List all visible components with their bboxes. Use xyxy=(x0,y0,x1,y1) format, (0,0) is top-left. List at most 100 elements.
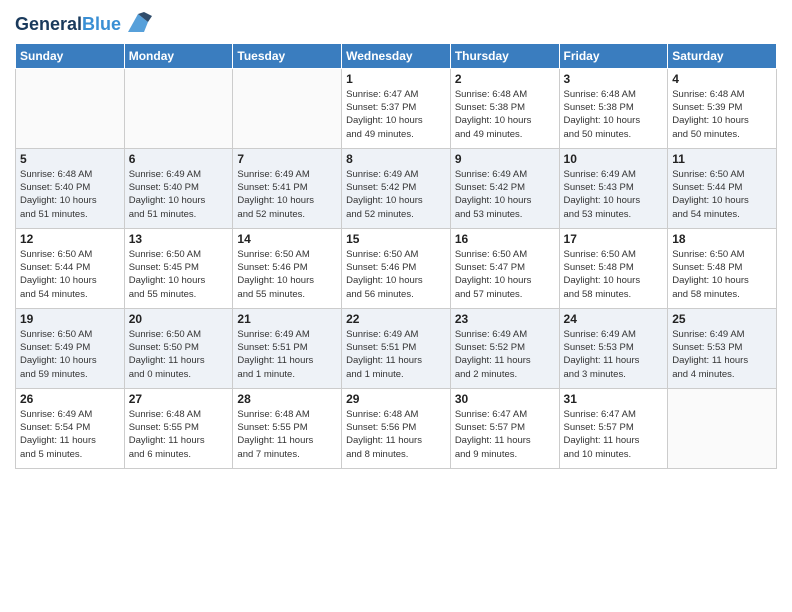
calendar-cell: 16Sunrise: 6:50 AM Sunset: 5:47 PM Dayli… xyxy=(450,228,559,308)
day-number: 25 xyxy=(672,312,772,326)
day-number: 2 xyxy=(455,72,555,86)
day-number: 27 xyxy=(129,392,229,406)
day-info: Sunrise: 6:50 AM Sunset: 5:45 PM Dayligh… xyxy=(129,248,229,301)
calendar-cell: 25 Sunrise: 6:49 AM Sunset: 5:53 PM Dayli… xyxy=(668,308,777,388)
calendar-cell: 8 Sunrise: 6:49 AM Sunset: 5:42 PM Daylig… xyxy=(342,148,451,228)
day-number: 11 xyxy=(672,152,772,166)
day-info: Sunrise: 6:49 AM Sunset: 5:54 PM Dayligh… xyxy=(20,408,120,461)
calendar-cell: 23Sunrise: 6:49 AM Sunset: 5:52 PM Dayli… xyxy=(450,308,559,388)
calendar-cell: 10 Sunrise: 6:49 AM Sunset: 5:43 PM Dayli… xyxy=(559,148,668,228)
day-number: 18 xyxy=(672,232,772,246)
day-number: 10 xyxy=(564,152,664,166)
day-info: Sunrise: 6:49 AM Sunset: 5:40 PM Dayligh… xyxy=(129,168,229,221)
calendar-cell: 27 Sunrise: 6:48 AM Sunset: 5:55 PM Dayli… xyxy=(124,388,233,468)
day-number: 30 xyxy=(455,392,555,406)
calendar-cell: 20 Sunrise: 6:50 AM Sunset: 5:50 PM Dayli… xyxy=(124,308,233,388)
calendar-cell: 17 Sunrise: 6:50 AM Sunset: 5:48 PM Dayli… xyxy=(559,228,668,308)
day-info: Sunrise: 6:49 AM Sunset: 5:53 PM Dayligh… xyxy=(564,328,664,381)
calendar-cell: 15 Sunrise: 6:50 AM Sunset: 5:46 PM Dayli… xyxy=(342,228,451,308)
column-header-wednesday: Wednesday xyxy=(342,43,451,68)
day-number: 16 xyxy=(455,232,555,246)
day-info: Sunrise: 6:50 AM Sunset: 5:46 PM Dayligh… xyxy=(237,248,337,301)
day-number: 13 xyxy=(129,232,229,246)
calendar-header-row: SundayMondayTuesdayWednesdayThursdayFrid… xyxy=(16,43,777,68)
column-header-tuesday: Tuesday xyxy=(233,43,342,68)
day-number: 15 xyxy=(346,232,446,246)
column-header-sunday: Sunday xyxy=(16,43,125,68)
calendar-cell: 2Sunrise: 6:48 AM Sunset: 5:38 PM Daylig… xyxy=(450,68,559,148)
calendar-cell: 21 Sunrise: 6:49 AM Sunset: 5:51 PM Dayli… xyxy=(233,308,342,388)
day-info: Sunrise: 6:49 AM Sunset: 5:51 PM Dayligh… xyxy=(237,328,337,381)
calendar-week-row: 1Sunrise: 6:47 AM Sunset: 5:37 PM Daylig… xyxy=(16,68,777,148)
logo-icon xyxy=(124,12,152,34)
day-info: Sunrise: 6:49 AM Sunset: 5:41 PM Dayligh… xyxy=(237,168,337,221)
day-info: Sunrise: 6:48 AM Sunset: 5:39 PM Dayligh… xyxy=(672,88,772,141)
logo-text: GeneralBlue xyxy=(15,15,121,35)
day-info: Sunrise: 6:48 AM Sunset: 5:56 PM Dayligh… xyxy=(346,408,446,461)
day-number: 14 xyxy=(237,232,337,246)
day-number: 22 xyxy=(346,312,446,326)
calendar-cell: 5Sunrise: 6:48 AM Sunset: 5:40 PM Daylig… xyxy=(16,148,125,228)
day-info: Sunrise: 6:49 AM Sunset: 5:52 PM Dayligh… xyxy=(455,328,555,381)
calendar-cell xyxy=(668,388,777,468)
calendar-week-row: 12Sunrise: 6:50 AM Sunset: 5:44 PM Dayli… xyxy=(16,228,777,308)
day-info: Sunrise: 6:48 AM Sunset: 5:55 PM Dayligh… xyxy=(237,408,337,461)
calendar-cell: 24 Sunrise: 6:49 AM Sunset: 5:53 PM Dayli… xyxy=(559,308,668,388)
calendar-cell: 4 Sunrise: 6:48 AM Sunset: 5:39 PM Daylig… xyxy=(668,68,777,148)
calendar-cell: 30 Sunrise: 6:47 AM Sunset: 5:57 PM Dayli… xyxy=(450,388,559,468)
day-number: 28 xyxy=(237,392,337,406)
day-info: Sunrise: 6:50 AM Sunset: 5:49 PM Dayligh… xyxy=(20,328,120,381)
day-info: Sunrise: 6:48 AM Sunset: 5:38 PM Dayligh… xyxy=(564,88,664,141)
day-info: Sunrise: 6:48 AM Sunset: 5:40 PM Dayligh… xyxy=(20,168,120,221)
day-info: Sunrise: 6:50 AM Sunset: 5:44 PM Dayligh… xyxy=(672,168,772,221)
calendar-cell xyxy=(233,68,342,148)
calendar-week-row: 5Sunrise: 6:48 AM Sunset: 5:40 PM Daylig… xyxy=(16,148,777,228)
day-info: Sunrise: 6:47 AM Sunset: 5:37 PM Dayligh… xyxy=(346,88,446,141)
calendar-cell: 6Sunrise: 6:49 AM Sunset: 5:40 PM Daylig… xyxy=(124,148,233,228)
calendar-cell: 18Sunrise: 6:50 AM Sunset: 5:48 PM Dayli… xyxy=(668,228,777,308)
column-header-monday: Monday xyxy=(124,43,233,68)
day-number: 26 xyxy=(20,392,120,406)
calendar-cell: 9 Sunrise: 6:49 AM Sunset: 5:42 PM Daylig… xyxy=(450,148,559,228)
calendar-week-row: 19 Sunrise: 6:50 AM Sunset: 5:49 PM Dayli… xyxy=(16,308,777,388)
day-number: 24 xyxy=(564,312,664,326)
day-number: 8 xyxy=(346,152,446,166)
day-number: 29 xyxy=(346,392,446,406)
calendar-cell: 28 Sunrise: 6:48 AM Sunset: 5:55 PM Dayli… xyxy=(233,388,342,468)
day-info: Sunrise: 6:50 AM Sunset: 5:44 PM Dayligh… xyxy=(20,248,120,301)
page-header: GeneralBlue xyxy=(15,10,777,35)
day-info: Sunrise: 6:50 AM Sunset: 5:48 PM Dayligh… xyxy=(564,248,664,301)
day-number: 3 xyxy=(564,72,664,86)
day-info: Sunrise: 6:47 AM Sunset: 5:57 PM Dayligh… xyxy=(564,408,664,461)
column-header-thursday: Thursday xyxy=(450,43,559,68)
calendar-cell: 7 Sunrise: 6:49 AM Sunset: 5:41 PM Daylig… xyxy=(233,148,342,228)
day-number: 20 xyxy=(129,312,229,326)
calendar-cell: 13 Sunrise: 6:50 AM Sunset: 5:45 PM Dayli… xyxy=(124,228,233,308)
day-info: Sunrise: 6:49 AM Sunset: 5:51 PM Dayligh… xyxy=(346,328,446,381)
calendar-cell: 22 Sunrise: 6:49 AM Sunset: 5:51 PM Dayli… xyxy=(342,308,451,388)
calendar-cell: 14 Sunrise: 6:50 AM Sunset: 5:46 PM Dayli… xyxy=(233,228,342,308)
page-container: GeneralBlue SundayMondayTuesdayWednesday… xyxy=(0,0,792,484)
calendar-cell: 31Sunrise: 6:47 AM Sunset: 5:57 PM Dayli… xyxy=(559,388,668,468)
calendar-cell: 26 Sunrise: 6:49 AM Sunset: 5:54 PM Dayli… xyxy=(16,388,125,468)
day-number: 19 xyxy=(20,312,120,326)
day-info: Sunrise: 6:47 AM Sunset: 5:57 PM Dayligh… xyxy=(455,408,555,461)
day-number: 7 xyxy=(237,152,337,166)
day-info: Sunrise: 6:50 AM Sunset: 5:46 PM Dayligh… xyxy=(346,248,446,301)
day-info: Sunrise: 6:49 AM Sunset: 5:43 PM Dayligh… xyxy=(564,168,664,221)
calendar-week-row: 26 Sunrise: 6:49 AM Sunset: 5:54 PM Dayli… xyxy=(16,388,777,468)
day-info: Sunrise: 6:49 AM Sunset: 5:42 PM Dayligh… xyxy=(346,168,446,221)
calendar-cell: 11 Sunrise: 6:50 AM Sunset: 5:44 PM Dayli… xyxy=(668,148,777,228)
calendar-cell: 29 Sunrise: 6:48 AM Sunset: 5:56 PM Dayli… xyxy=(342,388,451,468)
day-number: 17 xyxy=(564,232,664,246)
column-header-friday: Friday xyxy=(559,43,668,68)
day-info: Sunrise: 6:48 AM Sunset: 5:55 PM Dayligh… xyxy=(129,408,229,461)
day-number: 9 xyxy=(455,152,555,166)
day-info: Sunrise: 6:49 AM Sunset: 5:53 PM Dayligh… xyxy=(672,328,772,381)
calendar-cell xyxy=(124,68,233,148)
column-header-saturday: Saturday xyxy=(668,43,777,68)
day-info: Sunrise: 6:49 AM Sunset: 5:42 PM Dayligh… xyxy=(455,168,555,221)
day-number: 21 xyxy=(237,312,337,326)
day-number: 4 xyxy=(672,72,772,86)
day-info: Sunrise: 6:50 AM Sunset: 5:50 PM Dayligh… xyxy=(129,328,229,381)
